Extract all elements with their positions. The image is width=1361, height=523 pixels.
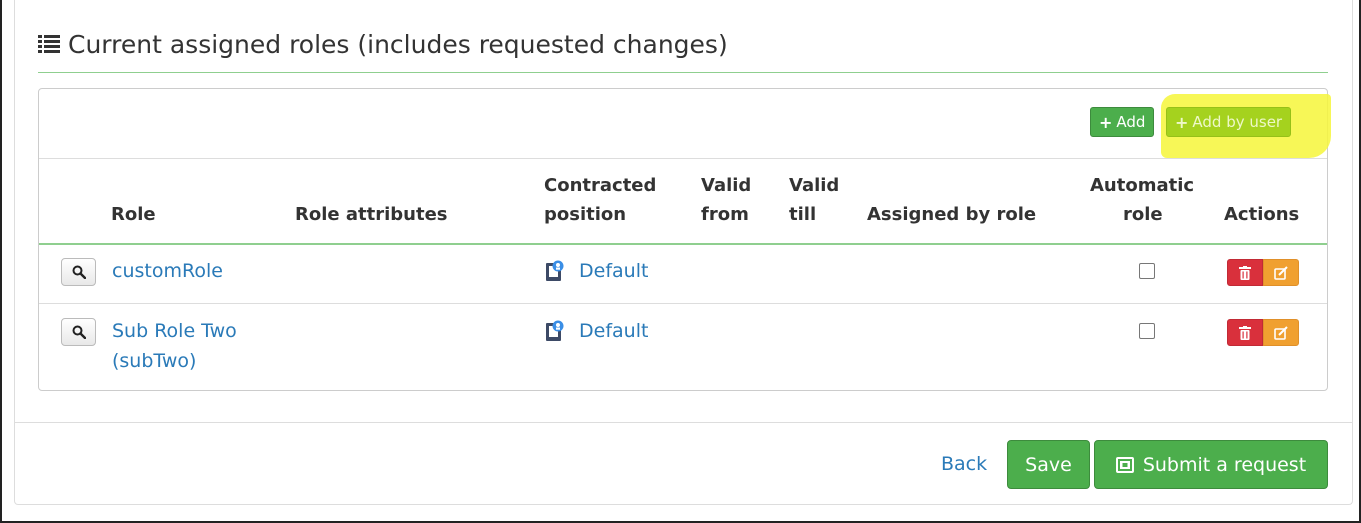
- column-header-role[interactable]: Role: [111, 200, 156, 230]
- position-icon: [546, 320, 564, 341]
- submit-request-button[interactable]: Submit a request: [1094, 440, 1328, 489]
- search-icon: [72, 325, 86, 339]
- plus-icon: +: [1099, 112, 1113, 132]
- roles-table: + Add + Add by user Role Role attributes…: [38, 88, 1331, 391]
- section-title: Current assigned roles (includes request…: [68, 29, 728, 59]
- contracted-position-cell: Default: [545, 256, 648, 286]
- column-header-valid-till-line1[interactable]: Valid: [789, 171, 839, 201]
- position-link[interactable]: Default: [579, 260, 648, 282]
- row-divider: [39, 303, 1327, 304]
- add-button-label: Add: [1116, 113, 1146, 131]
- role-link[interactable]: customRole: [112, 256, 223, 286]
- submit-icon: [1115, 456, 1134, 473]
- position-icon: [546, 260, 564, 281]
- section-heading: Current assigned roles (includes request…: [38, 24, 728, 64]
- header-divider: [39, 243, 1327, 245]
- add-by-user-button-label: Add by user: [1192, 113, 1283, 131]
- edit-icon: [1274, 325, 1288, 340]
- column-header-automatic-role-line1[interactable]: Automatic: [1090, 171, 1194, 201]
- table-toolbar: + Add + Add by user: [39, 89, 1331, 159]
- role-link[interactable]: Sub Role Two (subTwo): [112, 316, 237, 376]
- contracted-position-cell: Default: [545, 316, 648, 346]
- column-header-contracted-position-line1[interactable]: Contracted: [544, 171, 656, 201]
- trash-icon: [1239, 325, 1251, 340]
- detail-button[interactable]: [61, 258, 96, 286]
- save-button[interactable]: Save: [1007, 440, 1090, 489]
- delete-button[interactable]: [1227, 259, 1263, 286]
- role-code: (subTwo): [112, 350, 197, 372]
- position-link[interactable]: Default: [579, 320, 648, 342]
- column-header-role-attributes[interactable]: Role attributes: [295, 200, 448, 230]
- automatic-role-checkbox[interactable]: [1139, 263, 1155, 279]
- edit-icon: [1274, 265, 1288, 280]
- submit-request-label: Submit a request: [1142, 453, 1307, 476]
- role-name: Sub Role Two: [112, 320, 237, 342]
- edit-button[interactable]: [1263, 319, 1299, 346]
- add-by-user-button[interactable]: + Add by user: [1166, 107, 1292, 137]
- column-header-valid-till-line2[interactable]: till: [789, 200, 816, 230]
- automatic-role-checkbox[interactable]: [1139, 323, 1155, 339]
- edit-button[interactable]: [1263, 259, 1299, 286]
- column-header-contracted-position-line2[interactable]: position: [544, 200, 626, 230]
- detail-button[interactable]: [61, 318, 96, 346]
- column-header-valid-from-line1[interactable]: Valid: [701, 171, 751, 201]
- add-button[interactable]: + Add: [1090, 107, 1155, 137]
- trash-icon: [1239, 265, 1251, 280]
- footer-divider: [14, 422, 1353, 423]
- delete-button[interactable]: [1227, 319, 1263, 346]
- heading-divider: [38, 72, 1328, 73]
- column-header-automatic-role-line2[interactable]: role: [1123, 200, 1163, 230]
- plus-icon: +: [1175, 112, 1189, 132]
- column-header-actions: Actions: [1224, 204, 1300, 225]
- column-header-assigned-by-role[interactable]: Assigned by role: [867, 200, 1036, 230]
- list-icon: [38, 35, 60, 53]
- column-header-valid-from-line2[interactable]: from: [701, 200, 749, 230]
- search-icon: [72, 265, 86, 279]
- back-link[interactable]: Back: [941, 449, 987, 479]
